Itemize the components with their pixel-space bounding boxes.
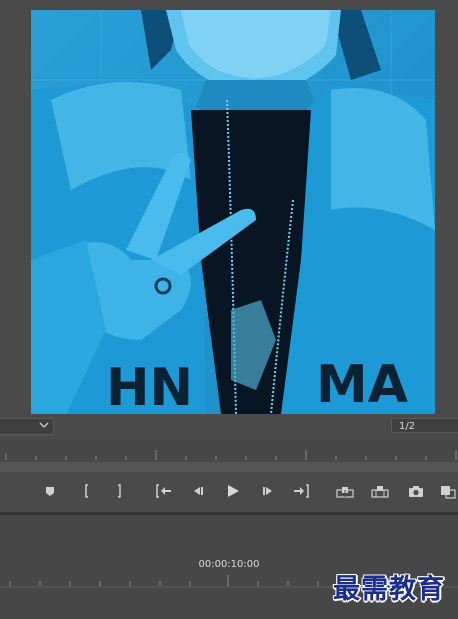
- extract-icon: [371, 486, 389, 498]
- mark-out-icon: [118, 484, 121, 498]
- camera-icon: [409, 486, 423, 497]
- step-back-button[interactable]: [188, 481, 208, 501]
- go-to-in-button[interactable]: [153, 481, 173, 501]
- video-preview[interactable]: HN MA: [31, 10, 435, 414]
- watermark-logo: 最需教育: [333, 574, 445, 605]
- monitor-time-ruler[interactable]: [0, 440, 458, 462]
- go-to-out-icon: [294, 484, 309, 498]
- svg-text:MA: MA: [316, 355, 408, 414]
- monitor-controls-row: 1/2: [0, 418, 458, 438]
- compare-view-button[interactable]: [438, 481, 458, 501]
- go-to-out-button[interactable]: [292, 481, 312, 501]
- step-forward-icon: [263, 487, 272, 495]
- extract-button[interactable]: [370, 481, 390, 501]
- preview-frame-image: HN MA: [31, 10, 435, 414]
- chevron-down-icon: [39, 422, 49, 428]
- resolution-value: 1/2: [399, 421, 416, 432]
- compare-icon: [441, 486, 456, 499]
- step-forward-button[interactable]: [258, 481, 278, 501]
- program-monitor: HN MA: [0, 0, 458, 418]
- fit-dropdown[interactable]: [0, 418, 54, 435]
- go-to-in-icon: [156, 484, 171, 498]
- lift-button[interactable]: [335, 481, 355, 501]
- play-icon: [228, 485, 239, 497]
- svg-text:HN: HN: [106, 358, 193, 414]
- play-button[interactable]: [223, 481, 243, 501]
- step-back-icon: [194, 487, 203, 495]
- resolution-dropdown[interactable]: 1/2: [391, 418, 458, 433]
- lift-icon: [336, 487, 354, 498]
- mark-in-icon: [85, 484, 88, 498]
- ruler-ticks: [5, 450, 457, 460]
- zoom-scroll-bar[interactable]: [0, 462, 458, 472]
- mark-in-button[interactable]: [77, 481, 97, 501]
- add-marker-button[interactable]: [40, 481, 60, 501]
- transport-controls: [0, 472, 458, 512]
- mark-out-button[interactable]: [109, 481, 129, 501]
- marker-icon: [46, 487, 54, 496]
- export-frame-button[interactable]: [406, 481, 426, 501]
